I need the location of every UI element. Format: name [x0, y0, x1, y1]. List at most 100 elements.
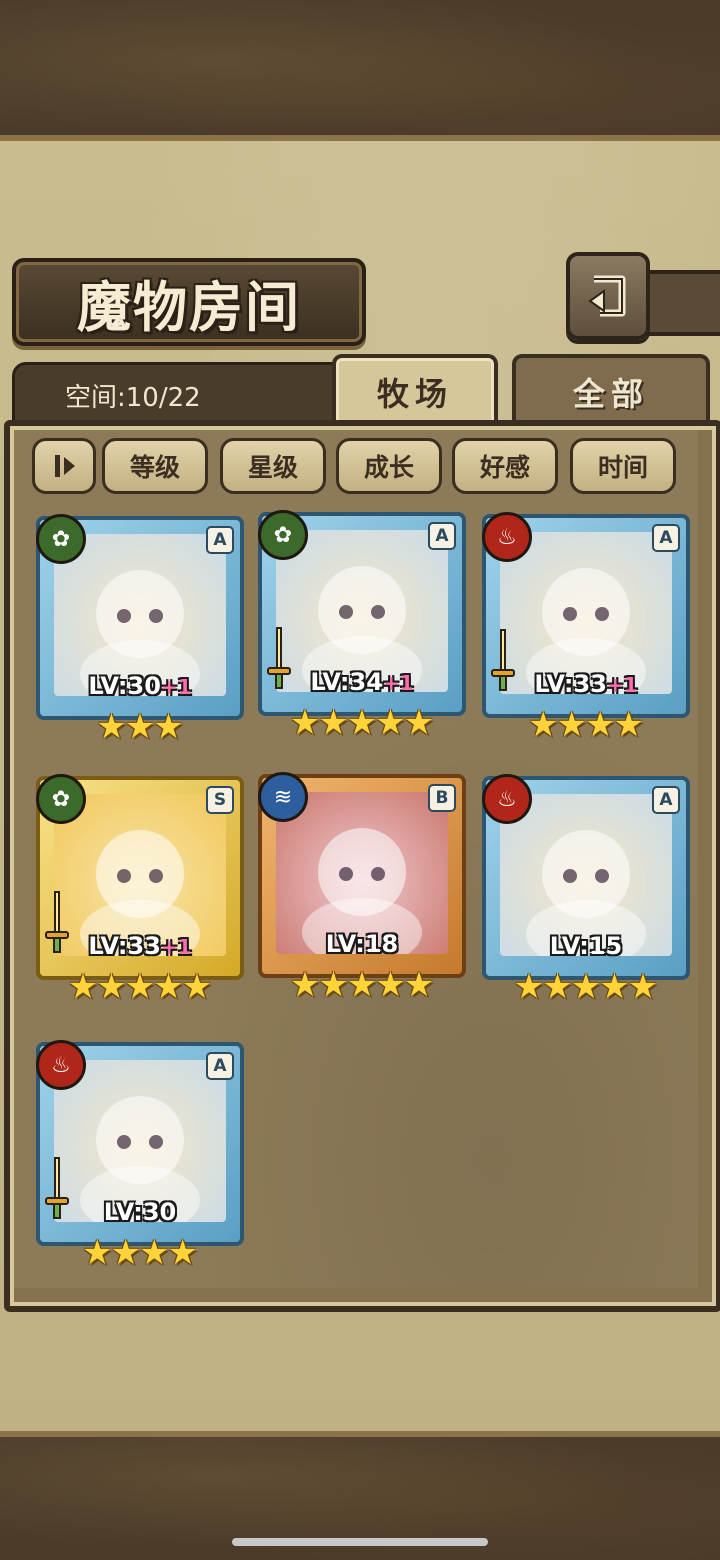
star-icon: ★	[375, 703, 406, 743]
space-bar: 空间:10/22	[12, 362, 348, 424]
star-icon: ★	[139, 1233, 170, 1273]
star-icon: ★	[556, 705, 588, 745]
card-frame: S ✿ LV:33+1	[36, 774, 244, 980]
sort-order-button[interactable]	[32, 438, 96, 494]
star-icon: ★	[167, 1233, 198, 1273]
star-icon: ★	[613, 705, 644, 745]
monster-card[interactable]: A ♨ LV:15 ★★★★★	[482, 774, 690, 1012]
rank-badge: A	[652, 786, 680, 814]
level-label: LV:18	[262, 930, 462, 958]
star-icon: ★	[513, 967, 545, 1007]
card-frame: B ≋ LV:18	[258, 772, 466, 978]
level-bonus: +1	[382, 671, 414, 695]
star-icon: ★	[289, 965, 321, 1005]
filter-affection-button[interactable]: 好感	[452, 438, 558, 494]
star-icon: ★	[403, 703, 435, 743]
level-label: LV:33+1	[486, 670, 686, 698]
top-map-background	[0, 0, 720, 150]
page-title: 魔物房间	[77, 274, 301, 339]
card-frame: A ♨ LV:33+1	[482, 512, 690, 718]
filter-star-button[interactable]: 星级	[220, 438, 326, 494]
star-icon: ★	[346, 703, 378, 743]
level-label: LV:34+1	[262, 668, 462, 696]
star-icon: ★	[528, 705, 559, 745]
star-icon: ★	[96, 707, 127, 747]
monster-card[interactable]: A ♨ LV:30 ★★★★	[36, 1040, 244, 1278]
filter-growth-button[interactable]: 成长	[336, 438, 442, 494]
level-value: LV:30	[103, 1198, 177, 1226]
star-icon: ★	[627, 967, 659, 1007]
tab-all[interactable]: 全部	[512, 354, 710, 426]
star-rating: ★★★★★	[258, 706, 464, 740]
level-label: LV:15	[486, 932, 686, 960]
monster-card[interactable]: A ♨ LV:33+1 ★★★★	[482, 512, 690, 750]
star-icon: ★	[570, 967, 602, 1007]
water-icon: ≋	[258, 772, 308, 822]
filter-time-button[interactable]: 时间	[570, 438, 676, 494]
level-label: LV:30	[40, 1198, 240, 1226]
home-indicator	[232, 1538, 488, 1546]
star-icon: ★	[124, 967, 156, 1007]
level-value: LV:33	[88, 932, 161, 960]
star-icon: ★	[403, 965, 435, 1005]
card-frame: A ♨ LV:15	[482, 774, 690, 980]
star-icon: ★	[96, 967, 127, 1007]
leaf-icon: ✿	[258, 510, 308, 560]
star-icon: ★	[542, 967, 573, 1007]
star-icon: ★	[110, 1233, 142, 1273]
star-icon: ★	[67, 967, 99, 1007]
return-icon	[588, 275, 626, 317]
rank-badge: A	[428, 522, 456, 550]
level-bonus: +1	[160, 935, 192, 959]
tab-ranch[interactable]: 牧场	[332, 354, 498, 426]
star-icon: ★	[599, 967, 630, 1007]
card-frame: A ✿ LV:30+1	[36, 514, 244, 720]
rank-badge: B	[428, 784, 456, 812]
level-value: LV:30	[88, 672, 161, 700]
level-bonus: +1	[606, 673, 638, 697]
title-plate: 魔物房间	[12, 258, 366, 346]
star-rating: ★★★★★	[482, 970, 688, 1004]
level-value: LV:33	[534, 670, 607, 698]
level-bonus: +1	[160, 675, 192, 699]
star-rating: ★★★	[36, 710, 242, 744]
star-rating: ★★★★	[36, 1236, 242, 1270]
sort-icon	[55, 455, 75, 477]
back-button[interactable]	[566, 252, 650, 340]
star-rating: ★★★★	[482, 708, 688, 742]
monster-card[interactable]: A ✿ LV:30+1 ★★★	[36, 514, 244, 752]
star-icon: ★	[375, 965, 406, 1005]
monster-card[interactable]: S ✿ LV:33+1 ★★★★★	[36, 774, 244, 1012]
space-counter: 空间:10/22	[65, 383, 201, 413]
level-value: LV:15	[549, 932, 623, 960]
flame-icon: ♨	[482, 774, 532, 824]
monster-card[interactable]: B ≋ LV:18 ★★★★★	[258, 772, 466, 1010]
star-icon: ★	[318, 703, 349, 743]
level-value: LV:18	[325, 930, 399, 958]
rank-badge: A	[206, 526, 234, 554]
rank-badge: A	[206, 1052, 234, 1080]
level-value: LV:34	[310, 668, 383, 696]
star-icon: ★	[82, 1233, 113, 1273]
card-frame: A ✿ LV:34+1	[258, 510, 466, 716]
filter-level-button[interactable]: 等级	[102, 438, 208, 494]
star-icon: ★	[346, 965, 378, 1005]
level-label: LV:30+1	[40, 672, 240, 700]
star-icon: ★	[289, 703, 321, 743]
star-icon: ★	[124, 707, 156, 747]
star-icon: ★	[318, 965, 349, 1005]
flame-icon: ♨	[482, 512, 532, 562]
star-icon: ★	[585, 705, 616, 745]
level-label: LV:33+1	[40, 932, 240, 960]
rank-badge: S	[206, 786, 234, 814]
leaf-icon: ✿	[36, 774, 86, 824]
star-rating: ★★★★★	[36, 970, 242, 1004]
monster-card[interactable]: A ✿ LV:34+1 ★★★★★	[258, 510, 466, 748]
star-icon: ★	[153, 707, 184, 747]
star-icon: ★	[181, 967, 213, 1007]
back-button-tail	[640, 270, 720, 336]
flame-icon: ♨	[36, 1040, 86, 1090]
card-frame: A ♨ LV:30	[36, 1040, 244, 1246]
rank-badge: A	[652, 524, 680, 552]
leaf-icon: ✿	[36, 514, 86, 564]
